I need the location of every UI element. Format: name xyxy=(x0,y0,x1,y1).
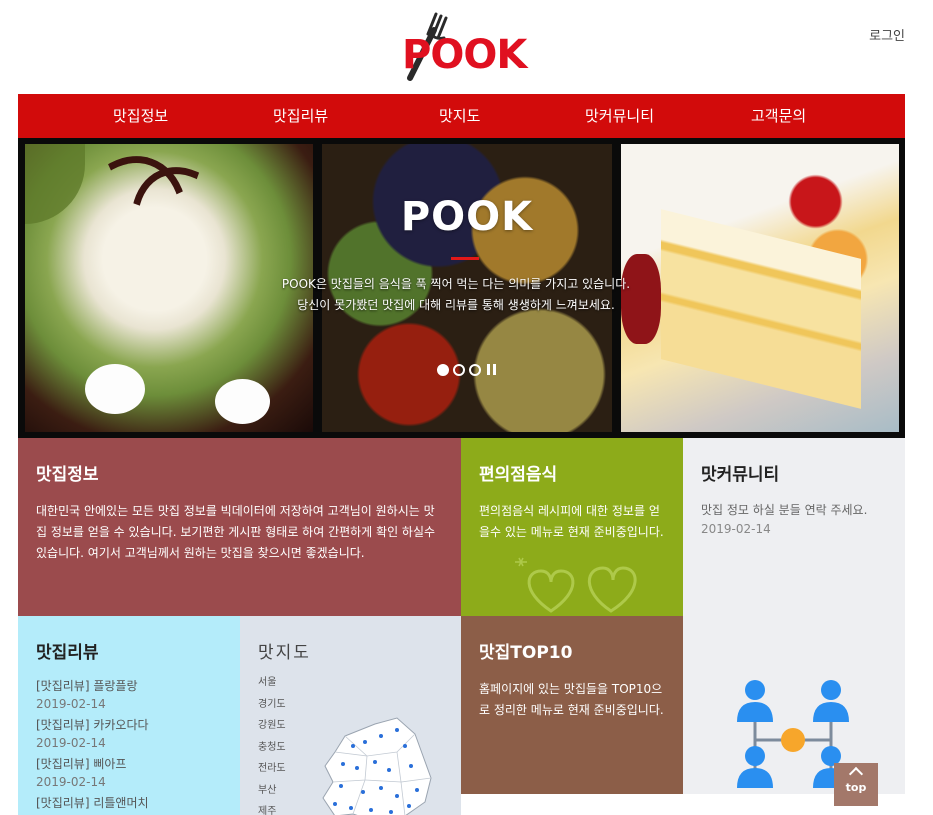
review-date: 2019-02-14 xyxy=(36,775,106,789)
region-item[interactable]: 경기도 xyxy=(258,695,443,717)
list-item[interactable]: [맛집리뷰] 리틀앤머치 xyxy=(36,794,222,811)
list-item[interactable]: [맛집리뷰] 카카오다다 2019-02-14 xyxy=(36,716,222,750)
header: POOK 로그인 xyxy=(0,0,933,94)
slider-dot-3[interactable] xyxy=(469,364,481,376)
hero-description: POOK은 맛집들의 음식을 푹 찍어 먹는 다는 의미를 가지고 있습니다. … xyxy=(211,274,701,316)
nav-item-info[interactable]: 맛집정보 xyxy=(113,94,168,138)
scroll-top-label: top xyxy=(845,781,867,794)
region-item[interactable]: 서울 xyxy=(258,673,443,695)
login-link[interactable]: 로그인 xyxy=(869,25,905,44)
review-label: [맛집리뷰] 플랑플랑 xyxy=(36,679,138,693)
chevron-up-icon xyxy=(848,766,864,782)
nav-item-map[interactable]: 맛지도 xyxy=(439,94,480,138)
review-list: [맛집리뷰] 플랑플랑 2019-02-14 [맛집리뷰] 카카오다다 2019-0… xyxy=(36,677,222,811)
tile-convenience[interactable]: 편의점음식 편의점음식 레시피에 대한 정보를 얻을수 있는 메뉴로 현재 준비… xyxy=(461,438,683,616)
scroll-top-button[interactable]: top xyxy=(834,763,878,806)
main-nav: 맛집정보 맛집리뷰 맛지도 맛커뮤니티 고객문의 xyxy=(18,94,905,138)
tile-convenience-title: 편의점음식 xyxy=(479,465,558,485)
review-label: [맛집리뷰] 리틀앤머치 xyxy=(36,796,149,810)
hero-desc-line-1: POOK은 맛집들의 음식을 푹 찍어 먹는 다는 의미를 가지고 있습니다. xyxy=(281,277,631,291)
review-label: [맛집리뷰] 삐아프 xyxy=(36,757,127,771)
tile-info-text: 대한민국 안에있는 모든 맛집 정보를 빅데이터에 저장하여 고객님이 원하시는… xyxy=(36,504,436,560)
tile-convenience-text: 편의점음식 레시피에 대한 정보를 얻을수 있는 메뉴로 현재 준비중입니다. xyxy=(479,504,664,539)
page: POOK 로그인 맛집정보 맛집리뷰 맛지도 맛커뮤니티 고객문의 POOK P… xyxy=(0,0,933,815)
tile-review-title: 맛집리뷰 xyxy=(36,643,99,663)
korea-map-icon xyxy=(322,717,432,815)
tile-top10[interactable]: 맛집TOP10 홈페이지에 있는 맛집들을 TOP10으로 정리한 메뉴로 현재… xyxy=(461,616,683,794)
hero-divider xyxy=(451,257,479,260)
slider-dot-1[interactable] xyxy=(437,364,449,376)
hero-title: POOK xyxy=(400,194,534,240)
tile-review[interactable]: 맛집리뷰 [맛집리뷰] 플랑플랑 2019-02-14 [맛집리뷰] 카카오다다 2… xyxy=(18,616,240,815)
tile-info[interactable]: 맛집정보 대한민국 안에있는 모든 맛집 정보를 빅데이터에 저장하여 고객님이… xyxy=(18,438,461,616)
pause-icon[interactable] xyxy=(485,364,497,376)
logo-text: POOK xyxy=(402,32,527,78)
review-label: [맛집리뷰] 카카오다다 xyxy=(36,718,149,732)
tile-map-title: 맛지도 xyxy=(258,643,311,663)
nav-item-review[interactable]: 맛집리뷰 xyxy=(273,94,328,138)
hero-desc-line-2: 당신이 못가봤던 맛집에 대해 리뷰를 통해 생생하게 느껴보세요. xyxy=(297,298,615,312)
list-item[interactable]: [맛집리뷰] 플랑플랑 2019-02-14 xyxy=(36,677,222,711)
tile-community[interactable]: 맛커뮤니티 맛집 정모 하실 분들 연락 주세요. 2019-02-14 xyxy=(683,438,905,794)
tile-map[interactable]: 맛지도 서울 경기도 강원도 충청도 전라도 부산 제주 xyxy=(240,616,461,815)
review-date: 2019-02-14 xyxy=(36,736,106,750)
community-post[interactable]: 맛집 정모 하실 분들 연락 주세요. xyxy=(701,501,887,518)
nav-item-community[interactable]: 맛커뮤니티 xyxy=(585,94,654,138)
list-item[interactable]: [맛집리뷰] 삐아프 2019-02-14 xyxy=(36,755,222,789)
slider-dot-2[interactable] xyxy=(453,364,465,376)
tile-community-title: 맛커뮤니티 xyxy=(701,465,780,485)
slider-controls xyxy=(437,364,497,376)
nav-item-contact[interactable]: 고객문의 xyxy=(751,94,806,138)
tile-info-title: 맛집정보 xyxy=(36,465,99,485)
review-date: 2019-02-14 xyxy=(36,697,106,711)
tile-top10-title: 맛집TOP10 xyxy=(479,643,573,663)
community-post-date: 2019-02-14 xyxy=(701,522,771,536)
hearts-icon xyxy=(515,557,637,613)
logo[interactable]: POOK xyxy=(400,8,530,84)
tile-top10-text: 홈페이지에 있는 맛집들을 TOP10으로 정리한 메뉴로 현재 준비중입니다. xyxy=(479,682,664,717)
hero-slider: POOK POOK은 맛집들의 음식을 푹 찍어 먹는 다는 의미를 가지고 있… xyxy=(18,138,905,438)
